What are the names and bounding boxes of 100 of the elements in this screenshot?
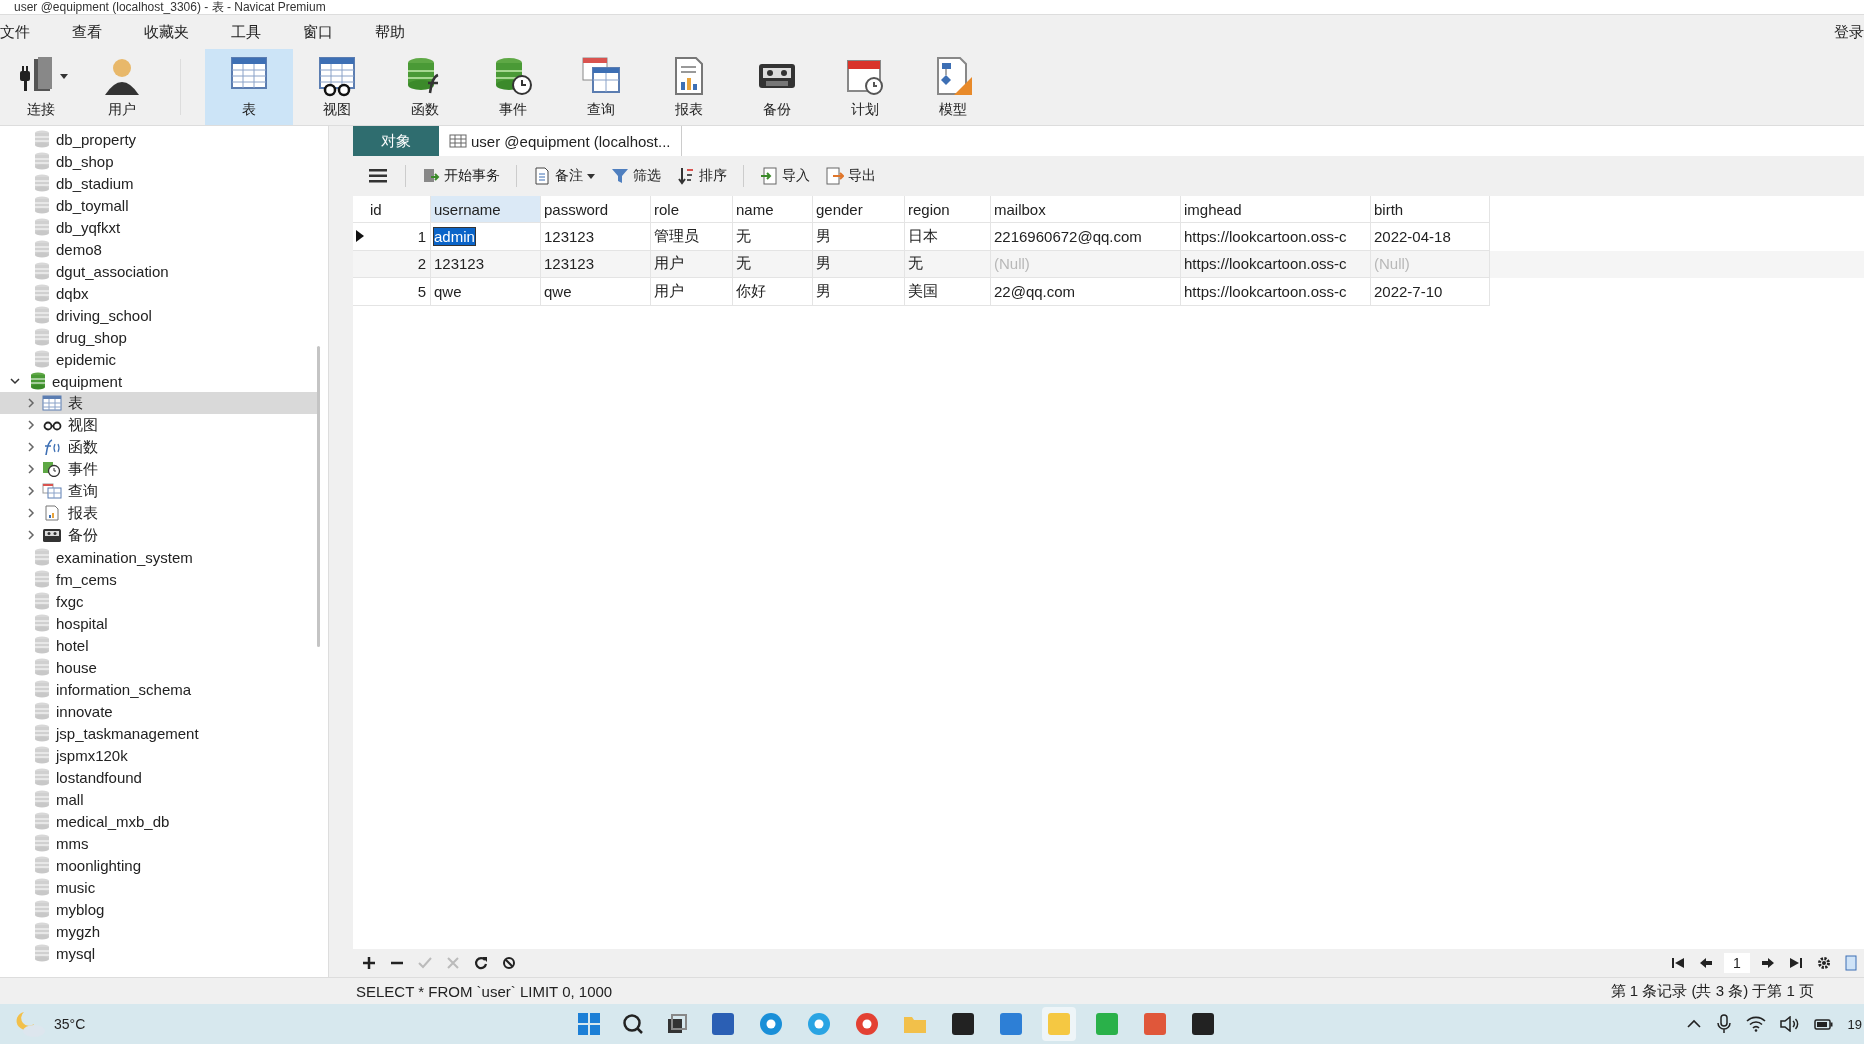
tree-item[interactable]: music xyxy=(0,876,317,898)
tab[interactable]: user @equipment (localhost... xyxy=(439,126,681,156)
tree-item[interactable]: dgut_association xyxy=(0,260,317,282)
tree-item[interactable]: jsp_taskmanagement xyxy=(0,722,317,744)
column-header[interactable]: imghead xyxy=(1181,196,1371,223)
toolbar-button[interactable]: 计划 xyxy=(821,49,909,125)
tree-item[interactable]: mms xyxy=(0,832,317,854)
menu-item[interactable]: 窗口 xyxy=(283,22,355,42)
table-cell[interactable]: 男 xyxy=(813,278,905,306)
menu-item[interactable]: 收藏夹 xyxy=(124,22,211,42)
toolbar-button[interactable]: 事件 xyxy=(469,49,557,125)
toolbar-button[interactable]: 备注 xyxy=(527,163,601,189)
dropdown-caret-icon[interactable] xyxy=(60,73,68,79)
tree-item[interactable]: db_property xyxy=(0,128,317,150)
table-cell[interactable]: 用户 xyxy=(651,250,733,278)
chevron-right-icon[interactable] xyxy=(26,420,36,430)
tree-item[interactable]: 表 xyxy=(0,392,317,414)
tree-item[interactable]: dqbx xyxy=(0,282,317,304)
table-cell[interactable]: 123123 xyxy=(541,250,651,278)
table-cell[interactable]: https://lookcartoon.oss-c xyxy=(1181,223,1371,251)
column-header[interactable]: name xyxy=(733,196,813,223)
tree-item[interactable]: hospital xyxy=(0,612,317,634)
table-cell[interactable]: 22@qq.com xyxy=(991,278,1181,306)
table-cell[interactable]: 无 xyxy=(733,223,813,251)
tree-item[interactable]: mygzh xyxy=(0,920,317,942)
table-cell[interactable]: 123123 xyxy=(431,250,541,278)
column-header[interactable]: password xyxy=(541,196,651,223)
table-cell[interactable]: qwe xyxy=(541,278,651,306)
toolbar-button[interactable]: 导出 xyxy=(820,163,882,189)
chevron-down-icon[interactable] xyxy=(10,376,20,386)
tree-item[interactable]: lostandfound xyxy=(0,766,317,788)
tree-item[interactable]: db_yqfkxt xyxy=(0,216,317,238)
tree-item[interactable]: mysql xyxy=(0,942,317,964)
toolbar-button[interactable]: 报表 xyxy=(645,49,733,125)
tree-item[interactable]: jspmx120k xyxy=(0,744,317,766)
tree-item[interactable]: fm_cems xyxy=(0,568,317,590)
speaker-icon[interactable] xyxy=(1779,1016,1800,1032)
menu-item[interactable]: 帮助 xyxy=(355,22,427,42)
table-cell[interactable]: 1 xyxy=(353,223,431,251)
table-cell[interactable]: https://lookcartoon.oss-c xyxy=(1181,250,1371,278)
chevron-right-icon[interactable] xyxy=(26,530,36,540)
tree-item[interactable]: moonlighting xyxy=(0,854,317,876)
chevron-right-icon[interactable] xyxy=(26,398,36,408)
tree-item[interactable]: 事件 xyxy=(0,458,317,480)
battery-icon[interactable] xyxy=(1813,1016,1834,1032)
table-cell[interactable]: admin xyxy=(431,223,541,251)
table-cell[interactable]: qwe xyxy=(431,278,541,306)
tree-item[interactable]: examination_system xyxy=(0,546,317,568)
table-cell[interactable]: 5 xyxy=(353,278,431,306)
chevron-right-icon[interactable] xyxy=(26,486,36,496)
table-cell[interactable]: 用户 xyxy=(651,278,733,306)
tree-item[interactable]: db_toymall xyxy=(0,194,317,216)
table-cell[interactable]: 你好 xyxy=(733,278,813,306)
table-cell[interactable]: 2 xyxy=(353,250,431,278)
tree-item[interactable]: db_shop xyxy=(0,150,317,172)
login-link[interactable]: 登录 xyxy=(1832,22,1864,42)
chevron-right-icon[interactable] xyxy=(26,464,36,474)
tree-item[interactable]: innovate xyxy=(0,700,317,722)
menu-item[interactable]: 文件 xyxy=(0,22,52,42)
column-header[interactable]: region xyxy=(905,196,991,223)
table-cell[interactable]: 男 xyxy=(813,250,905,278)
tree-item[interactable]: drug_shop xyxy=(0,326,317,348)
table-cell[interactable]: 管理员 xyxy=(651,223,733,251)
table-cell[interactable]: 2216960672@qq.com xyxy=(991,223,1181,251)
toolbar-button[interactable]: 表 xyxy=(205,49,293,125)
menu-item[interactable]: 工具 xyxy=(211,22,283,42)
tree-item[interactable]: 报表 xyxy=(0,502,317,524)
tree-item[interactable]: mall xyxy=(0,788,317,810)
toolbar-button[interactable]: 筛选 xyxy=(605,163,667,189)
scrollbar[interactable] xyxy=(317,346,320,647)
toolbar-button[interactable]: 视图 xyxy=(293,49,381,125)
toolbar-button[interactable]: 排序 xyxy=(671,163,733,189)
menu-item[interactable]: 查看 xyxy=(52,22,124,42)
table-cell[interactable]: 男 xyxy=(813,223,905,251)
tree-item[interactable]: information_schema xyxy=(0,678,317,700)
table-cell[interactable]: 美国 xyxy=(905,278,991,306)
tree-item[interactable]: 查询 xyxy=(0,480,317,502)
toolbar-button[interactable]: 连接 xyxy=(4,49,78,125)
tree-item[interactable]: hotel xyxy=(0,634,317,656)
column-header[interactable]: gender xyxy=(813,196,905,223)
toolbar-button[interactable]: 导入 xyxy=(754,163,816,189)
toolbar-button[interactable]: 模型 xyxy=(909,49,997,125)
table-cell[interactable]: 日本 xyxy=(905,223,991,251)
tree-item[interactable]: db_stadium xyxy=(0,172,317,194)
tree-item[interactable]: medical_mxb_db xyxy=(0,810,317,832)
tree-item[interactable]: myblog xyxy=(0,898,317,920)
table-cell[interactable]: 2022-7-10 xyxy=(1371,278,1490,306)
column-header[interactable]: role xyxy=(651,196,733,223)
column-header[interactable]: birth xyxy=(1371,196,1490,223)
table-cell[interactable]: https://lookcartoon.oss-c xyxy=(1181,278,1371,306)
toolbar-button[interactable]: 函数 xyxy=(381,49,469,125)
table-cell[interactable]: 无 xyxy=(733,250,813,278)
tree-item[interactable]: driving_school xyxy=(0,304,317,326)
tree-item[interactable]: house xyxy=(0,656,317,678)
page-number-field[interactable]: 1 xyxy=(1724,953,1750,973)
toolbar-button[interactable]: 开始事务 xyxy=(416,163,506,189)
table-cell[interactable]: 2022-04-18 xyxy=(1371,223,1490,251)
column-header[interactable]: mailbox xyxy=(991,196,1181,223)
tree-item[interactable]: demo8 xyxy=(0,238,317,260)
chevron-right-icon[interactable] xyxy=(26,508,36,518)
